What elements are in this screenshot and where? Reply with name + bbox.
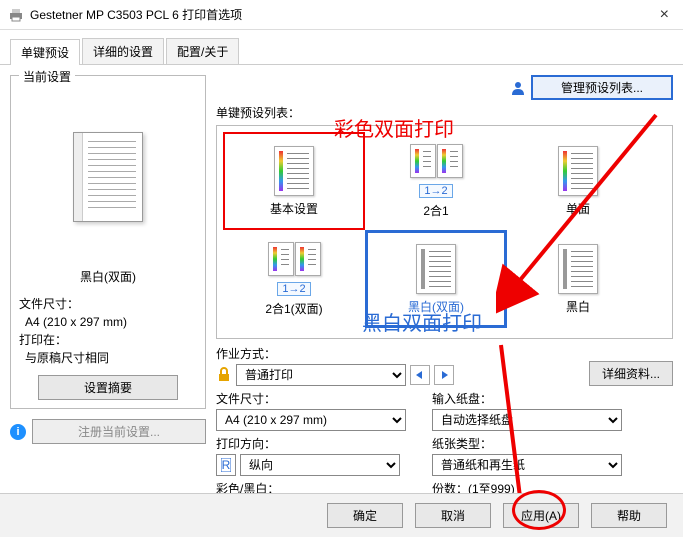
bottom-bar: 确定 取消 应用(A) 帮助 bbox=[0, 493, 683, 537]
thumb-color-icon bbox=[274, 146, 314, 196]
preset-2in1-duplex[interactable]: 1→2 2合1(双面) bbox=[223, 230, 365, 328]
print-to-value: 与原稿尺寸相同 bbox=[25, 349, 197, 367]
window-title: Gestetner MP C3503 PCL 6 打印首选项 bbox=[30, 6, 654, 23]
orient-label: 打印方向： bbox=[216, 435, 426, 452]
doc-preview-icon bbox=[73, 132, 143, 222]
job-type-select[interactable]: 普通打印 bbox=[236, 364, 406, 386]
tray-select[interactable]: 自动选择纸盘 bbox=[432, 409, 622, 431]
svg-text:R: R bbox=[222, 458, 231, 472]
doc-size-value: A4 (210 x 297 mm) bbox=[25, 313, 197, 331]
thumb-bw-icon bbox=[558, 244, 598, 294]
tab-bar: 单键预设 详细的设置 配置/关于 bbox=[0, 30, 683, 65]
tab-presets[interactable]: 单键预设 bbox=[10, 39, 80, 65]
print-to-label: 打印在： bbox=[19, 331, 197, 349]
thumb-single-icon bbox=[558, 146, 598, 196]
preset-bwd-label: 黑白(双面) bbox=[408, 298, 464, 315]
job-prev-button[interactable] bbox=[410, 365, 430, 385]
preset-2in1[interactable]: 1→2 2合1 bbox=[365, 132, 507, 230]
badge-1to2b-icon: 1→2 bbox=[277, 282, 310, 296]
preset-bw-duplex[interactable]: 黑白(双面) bbox=[365, 230, 507, 328]
preview-box bbox=[19, 92, 197, 262]
apply-button[interactable]: 应用(A) bbox=[503, 503, 579, 528]
specs-block: 文件尺寸： A4 (210 x 297 mm) 打印在： 与原稿尺寸相同 bbox=[19, 295, 197, 367]
paper-type-select[interactable]: 普通纸和再生纸 bbox=[432, 454, 622, 476]
preset-basic[interactable]: 基本设置 bbox=[223, 132, 365, 230]
badge-1to2-icon: 1→2 bbox=[419, 184, 452, 198]
current-settings-group: 当前设置 黑白(双面) 文件尺寸： A4 (210 x 297 mm) 打印在：… bbox=[10, 75, 206, 409]
orient-portrait-icon: R bbox=[216, 454, 236, 476]
preview-label: 黑白(双面) bbox=[19, 268, 197, 285]
preset-bw-label: 黑白 bbox=[566, 298, 590, 315]
register-settings-button[interactable]: 注册当前设置... bbox=[32, 419, 206, 444]
tray-label: 输入纸盘： bbox=[432, 390, 673, 407]
thumb-2in1d-icon bbox=[268, 242, 321, 276]
paper-type-label: 纸张类型： bbox=[432, 435, 673, 452]
preset-bw[interactable]: 黑白 bbox=[507, 230, 649, 328]
lock-icon bbox=[216, 367, 232, 383]
preset-single[interactable]: 单面 bbox=[507, 132, 649, 230]
doc-size-select[interactable]: A4 (210 x 297 mm) bbox=[216, 409, 406, 431]
preset-2in1d-label: 2合1(双面) bbox=[265, 300, 322, 317]
ok-button[interactable]: 确定 bbox=[327, 503, 403, 528]
current-settings-legend: 当前设置 bbox=[19, 68, 75, 85]
help-button[interactable]: 帮助 bbox=[591, 503, 667, 528]
doc-size-label-r: 文件尺寸： bbox=[216, 390, 426, 407]
doc-size-label: 文件尺寸： bbox=[19, 295, 197, 313]
close-button[interactable]: × bbox=[654, 6, 675, 24]
printer-icon bbox=[8, 8, 24, 22]
thumb-bwd-icon bbox=[416, 244, 456, 294]
details-button[interactable]: 详细资料... bbox=[589, 361, 673, 386]
preset-basic-label: 基本设置 bbox=[270, 200, 318, 217]
settings-summary-button[interactable]: 设置摘要 bbox=[38, 375, 178, 400]
tab-config[interactable]: 配置/关于 bbox=[166, 38, 239, 64]
preset-grid: 基本设置 1→2 2合1 单面 bbox=[216, 125, 673, 339]
preset-single-label: 单面 bbox=[566, 200, 590, 217]
preset-list-label: 单键预设列表： bbox=[216, 104, 673, 121]
manage-presets-button[interactable]: 管理预设列表... bbox=[531, 75, 673, 100]
thumb-2in1-icon bbox=[410, 144, 463, 178]
titlebar: Gestetner MP C3503 PCL 6 打印首选项 × bbox=[0, 0, 683, 30]
info-icon: i bbox=[10, 424, 26, 440]
preset-2in1-label: 2合1 bbox=[423, 202, 448, 219]
orient-select[interactable]: 纵向 bbox=[240, 454, 400, 476]
user-icon bbox=[511, 81, 525, 95]
job-next-button[interactable] bbox=[434, 365, 454, 385]
job-type-label: 作业方式： bbox=[216, 345, 583, 362]
cancel-button[interactable]: 取消 bbox=[415, 503, 491, 528]
tab-detailed[interactable]: 详细的设置 bbox=[82, 38, 164, 64]
